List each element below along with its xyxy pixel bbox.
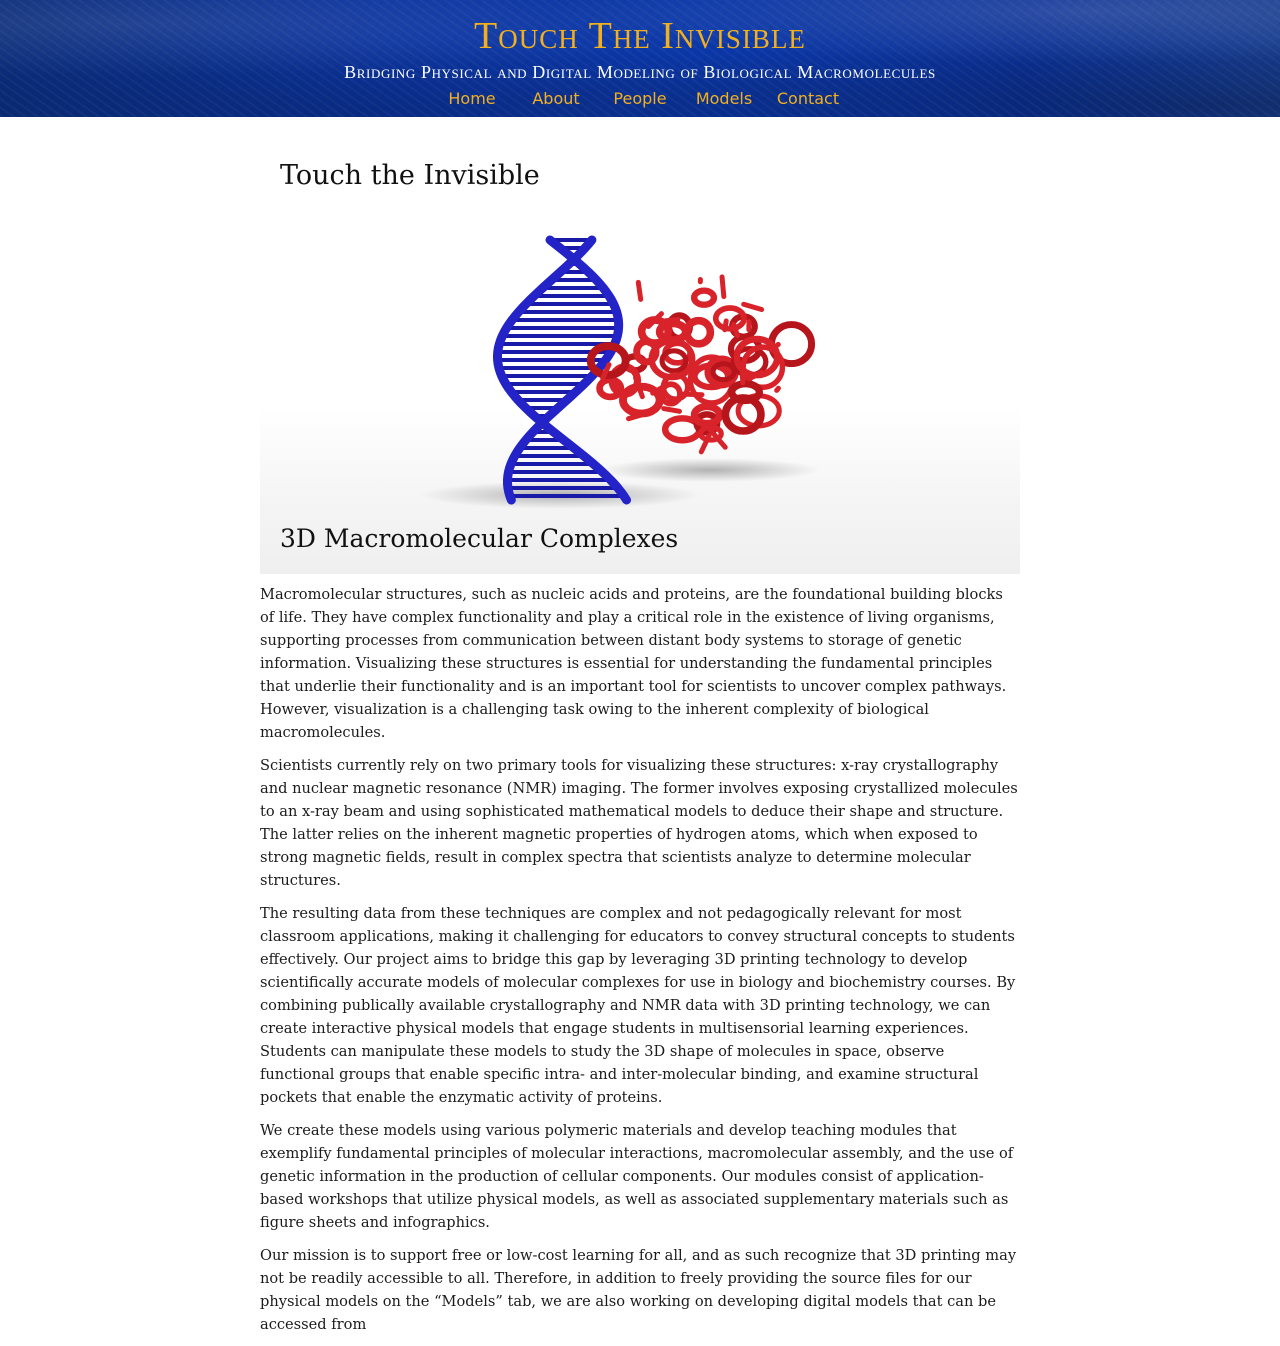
hero-image: Touch the Invisible 3D Macromolecular Co… — [260, 140, 1020, 574]
site-title[interactable]: Touch The Invisible — [0, 14, 1280, 58]
hero-title: Touch the Invisible — [280, 158, 540, 194]
site-tagline: Bridging Physical and Digital Modeling o… — [0, 60, 1280, 84]
paragraph-mission: Our mission is to support free or low-co… — [260, 1244, 1020, 1336]
nav-home[interactable]: Home — [430, 87, 514, 113]
site-header: Touch The Invisible Bridging Physical an… — [0, 0, 1280, 117]
article-body: Macromolecular structures, such as nucle… — [260, 583, 1020, 1336]
nav-models[interactable]: Models — [682, 87, 766, 113]
main-content: Touch the Invisible 3D Macromolecular Co… — [260, 140, 1020, 1346]
paragraph-intro: Macromolecular structures, such as nucle… — [260, 583, 1020, 744]
paragraph-project: The resulting data from these techniques… — [260, 902, 1020, 1109]
main-nav: Home About People Models Contact — [430, 87, 850, 113]
paragraph-modules: We create these models using various pol… — [260, 1119, 1020, 1234]
hero-caption: 3D Macromolecular Complexes — [280, 522, 678, 556]
paragraph-tools: Scientists currently rely on two primary… — [260, 754, 1020, 892]
floor-shadow-protein — [600, 458, 820, 482]
nav-contact[interactable]: Contact — [766, 87, 850, 113]
nav-about[interactable]: About — [514, 87, 598, 113]
molecule-illustration — [260, 140, 1020, 574]
nav-people[interactable]: People — [598, 87, 682, 113]
protein-structure — [591, 277, 812, 452]
